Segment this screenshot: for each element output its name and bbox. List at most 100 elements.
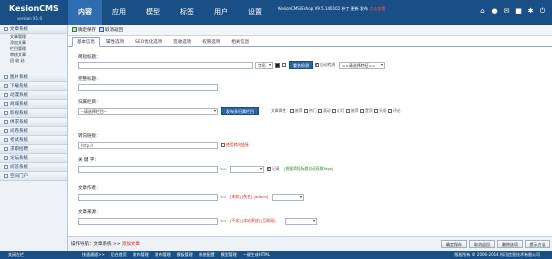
source-select[interactable] <box>285 218 317 225</box>
keywords-hint[interactable]: [根据简短标题自动获取Tags] <box>284 166 333 172</box>
tab-permission[interactable]: 权限选项 <box>197 37 225 47</box>
quick-link-html[interactable]: 一键生成HTML <box>243 251 270 259</box>
source-input[interactable] <box>78 218 218 225</box>
attr-checkbox-3[interactable] <box>318 109 322 113</box>
attr-label-4: 幻灯 <box>337 108 345 113</box>
user-icon[interactable]: ● <box>491 8 498 15</box>
quick-link-home[interactable]: 后台首页 <box>111 251 127 259</box>
tab-related[interactable]: 相关信息 <box>226 37 254 47</box>
keywords-select[interactable] <box>230 166 264 173</box>
collapse-icon <box>4 26 8 31</box>
attr-checkbox-8[interactable] <box>388 109 392 113</box>
author-select[interactable] <box>272 194 304 201</box>
cancel-bottom-button[interactable]: 取消返回 <box>469 240 495 248</box>
full-title-input[interactable] <box>78 84 218 91</box>
sidebar-section-shop[interactable]: 商城系统 <box>0 100 67 109</box>
lock-icon[interactable]: ■ <box>515 8 522 15</box>
nav-apps[interactable]: 应用 <box>102 0 136 25</box>
attr-checkbox-6[interactable] <box>360 109 364 113</box>
attr-checkbox-1[interactable] <box>290 109 294 113</box>
expand-icon <box>4 137 8 142</box>
keywords-record-checkbox[interactable] <box>267 166 271 172</box>
breadcrumb-current: 添加文章 <box>121 242 140 247</box>
column-select[interactable]: --请选择栏目-- <box>78 108 218 115</box>
publish-multi-button[interactable]: 发布多归属栏目 <box>221 107 259 115</box>
expand-icon <box>4 74 8 79</box>
attr-checkbox-2[interactable] <box>304 109 308 113</box>
title-font-select[interactable]: 字形 <box>255 62 273 69</box>
sidebar-section-exam[interactable]: 考试系统 <box>0 136 67 145</box>
save-button[interactable]: 确定保存 <box>72 27 96 34</box>
tab-basic[interactable]: 基本信息 <box>72 37 100 47</box>
nav-settings[interactable]: 设置 <box>238 0 272 25</box>
attr-checkbox-7[interactable] <box>374 109 378 113</box>
sidebar-section-forum[interactable]: 论坛系统 <box>0 154 67 163</box>
expand-icon <box>4 173 8 178</box>
expand-icon <box>4 83 8 88</box>
use-redirect-label: 使用转向链接 <box>226 142 249 147</box>
breadcrumb-parent[interactable]: 文章系统 <box>94 242 112 247</box>
attr-label-3: 滚动 <box>323 108 331 113</box>
tab-seo[interactable]: SEO优化选项 <box>130 37 167 47</box>
sidebar-section-video[interactable]: 影视系统 <box>0 109 67 118</box>
keywords-input[interactable] <box>78 166 218 173</box>
column-label: 归属栏目： <box>78 100 101 105</box>
author-input[interactable] <box>78 194 218 201</box>
home-icon[interactable]: ⌂ <box>479 8 486 15</box>
quick-channel-label: 快速通道>> <box>82 252 105 257</box>
main-content: 确定保存 取消返回 基本信息 属性选项 SEO优化选项 签收选项 权限选项 相关… <box>68 25 552 251</box>
delete-option-button[interactable]: 删除选项 <box>497 240 523 248</box>
nav-content[interactable]: 内容 <box>68 0 102 25</box>
auto-detect-checkbox[interactable] <box>315 62 319 68</box>
keywords-label: 关 键 字： <box>78 158 99 163</box>
strike-checkbox[interactable] <box>282 63 286 67</box>
use-redirect-checkbox[interactable] <box>221 143 225 147</box>
cancel-button[interactable]: 取消返回 <box>99 27 123 34</box>
attr-label-1: 推荐 <box>295 108 303 113</box>
version-link[interactable]: 点击查看 <box>369 6 385 11</box>
message-icon[interactable]: ✉ <box>503 8 510 15</box>
check-repeat-button[interactable]: 重名检测 <box>289 61 313 69</box>
quick-link-config[interactable]: 系统配置 <box>199 251 215 259</box>
title-input[interactable] <box>78 62 253 69</box>
tab-signoff[interactable]: 签收选项 <box>168 37 196 47</box>
color-picker[interactable] <box>275 63 280 68</box>
source-quick-links[interactable]: [不详] [本站原创] [互联网] <box>230 218 275 224</box>
sidebar-section-anime[interactable]: 动漫系统 <box>0 91 67 100</box>
nav-users[interactable]: 用户 <box>204 0 238 25</box>
attr-checkbox-5[interactable] <box>346 109 350 113</box>
sidebar-section-space[interactable]: 空间门户 <box>0 172 67 181</box>
sidebar-section-article[interactable]: 文章系统 <box>0 25 67 34</box>
sidebar-section-supply[interactable]: 供求系统 <box>0 118 67 127</box>
sidebar-section-download[interactable]: 下载系统 <box>0 82 67 91</box>
sidebar-section-photo[interactable]: 图片系统 <box>0 73 67 82</box>
save-bottom-button[interactable]: 确定保存 <box>441 240 467 248</box>
quick-link-publish[interactable]: 发布管理 <box>133 251 149 259</box>
sidebar-section-jobs[interactable]: 求职招聘 <box>0 145 67 154</box>
action-bar: 操作导航：文章系统 >> 添加文章 确定保存 取消返回 删除选项 提示方法 <box>68 236 552 251</box>
gear-icon[interactable]: ✱ <box>527 8 534 15</box>
full-title-label: 完整标题： <box>78 77 101 82</box>
expand-icon <box>4 128 8 133</box>
quick-link-template[interactable]: 模板管理 <box>177 251 193 259</box>
power-icon[interactable]: ⏻ <box>539 8 546 15</box>
form-tabs: 基本信息 属性选项 SEO优化选项 签收选项 权限选项 相关信息 <box>68 36 552 47</box>
author-label: 文章作者： <box>78 186 101 191</box>
author-quick-links[interactable]: [未知] [佚名] [admin] <box>230 194 268 200</box>
tab-attributes[interactable]: 属性选项 <box>101 37 129 47</box>
sidebar-section-qa[interactable]: 问答系统 <box>0 163 67 172</box>
help-button[interactable]: 提示方法 <box>525 240 550 248</box>
save-icon <box>72 27 77 32</box>
quick-link-publish-2[interactable]: 发布管理 <box>155 251 171 259</box>
close-sidebar-link[interactable]: 关闭左栏 <box>8 251 24 259</box>
author-arrow-icon: <= <box>220 194 227 199</box>
main-nav: 内容 应用 模型 标签 用户 设置 <box>68 0 272 25</box>
copyright: 版权所有 © 2006-2014 科汛信息技术有限公司 <box>454 252 540 257</box>
nav-tags[interactable]: 标签 <box>170 0 204 25</box>
sidebar-section-survey[interactable]: 问卷系统 <box>0 127 67 136</box>
redirect-input[interactable]: http:// <box>78 142 218 149</box>
attr-checkbox-4[interactable] <box>332 109 336 113</box>
feature-select[interactable]: ==请选择特征== <box>339 62 385 69</box>
quick-link-model[interactable]: 模型管理 <box>221 251 237 259</box>
nav-models[interactable]: 模型 <box>136 0 170 25</box>
